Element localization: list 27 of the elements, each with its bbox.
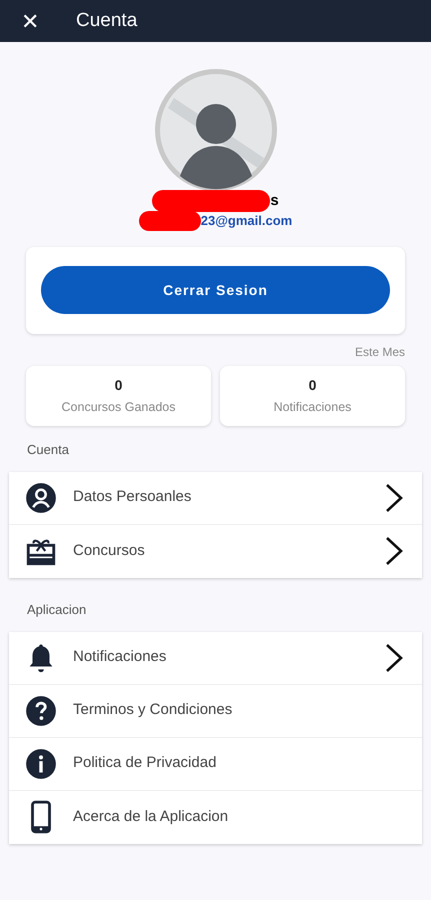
logout-button[interactable]: Cerrar Sesion [41, 266, 390, 314]
section-title: Aplicacion [27, 602, 86, 616]
menu-item[interactable]: Terminos y Condiciones [9, 684, 422, 738]
menu-item[interactable]: Concursos [9, 524, 422, 578]
menu-item-label: Terminos y Condiciones [73, 700, 234, 720]
menu-item-label: Politica de Privacidad [73, 753, 218, 774]
menu-item-label: Notificaciones [73, 647, 168, 668]
menu-item-label: Acerca de la Aplicacion [73, 806, 230, 827]
menu-item-label: Datos Persoanles [73, 487, 192, 508]
section-title: Cuenta [27, 442, 69, 456]
page-title: Cuenta [76, 8, 138, 33]
stat-value: 0 [308, 376, 316, 395]
stat-label: Concursos Ganados [62, 398, 176, 416]
stat-value: 0 [114, 376, 122, 395]
menu-item[interactable]: Acerca de la Aplicacion [9, 790, 422, 844]
info-icon [24, 746, 58, 780]
menu-item[interactable]: Politica de Privacidad [9, 738, 422, 790]
stat-label: Notificaciones [274, 398, 352, 416]
menu-item[interactable]: Notificaciones [9, 632, 422, 684]
menu-item[interactable]: Datos Persoanles [9, 472, 422, 524]
user-name: s [270, 191, 279, 211]
close-button[interactable]: ✕ [18, 4, 42, 38]
help-icon [24, 694, 58, 728]
period-label: Este Mes [354, 344, 405, 360]
user-email: 23@gmail.com [200, 212, 292, 230]
user-icon [24, 480, 58, 514]
menu-item-label: Concursos [73, 540, 146, 561]
